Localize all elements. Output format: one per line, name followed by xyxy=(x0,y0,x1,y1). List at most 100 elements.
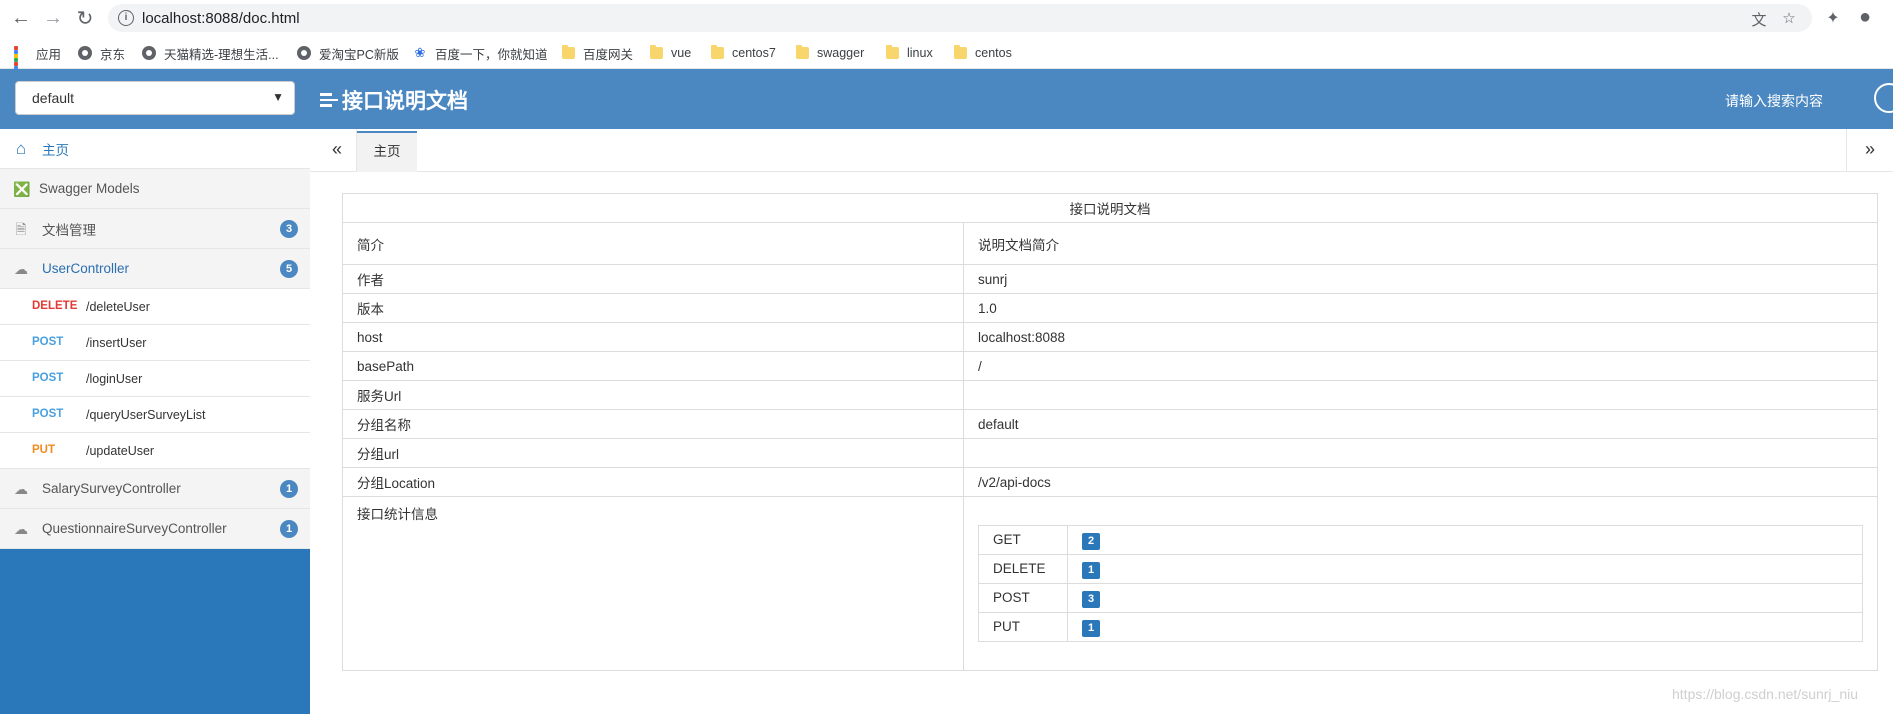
folder-icon xyxy=(650,45,663,59)
apps-grid-icon xyxy=(14,46,28,82)
sidebar-item-home[interactable]: ⌂ 主页 xyxy=(0,129,310,169)
folder-icon xyxy=(886,45,899,59)
group-select[interactable]: default ▼ xyxy=(15,81,295,115)
row-key: 接口统计信息 xyxy=(342,496,964,671)
folder-icon xyxy=(954,45,967,59)
profile-avatar-icon[interactable]: ● xyxy=(1855,6,1875,28)
menu-toggle-icon[interactable] xyxy=(320,93,338,107)
stats-row: GET 2 xyxy=(978,525,1863,555)
browser-toolbar: ← → ↻ i localhost:8088/doc.html 文 ☆ ✦ ● xyxy=(0,0,1893,36)
row-value: / xyxy=(963,351,1878,381)
stats-count-cell: 3 xyxy=(1067,583,1863,613)
row-value: localhost:8088 xyxy=(963,322,1878,352)
row-key: 分组名称 xyxy=(342,409,964,439)
sidebar-item-user-controller[interactable]: ☁ UserController 5 xyxy=(0,249,310,289)
bookmark-folder[interactable]: linux xyxy=(886,44,933,62)
search-icon[interactable] xyxy=(1874,83,1893,113)
bookmark-folder[interactable]: centos7 xyxy=(711,44,776,62)
bookmark-item[interactable]: 爱淘宝PC新版 xyxy=(297,44,399,62)
api-item-insert-user[interactable]: POST /insertUser xyxy=(0,325,310,361)
sidebar-item-label: SalarySurveyController xyxy=(42,481,181,496)
api-path: /queryUserSurveyList xyxy=(86,408,206,422)
url-text[interactable]: localhost:8088/doc.html xyxy=(142,10,300,27)
search-input[interactable]: 请输入搜索内容 xyxy=(1725,91,1823,111)
api-item-login-user[interactable]: POST /loginUser xyxy=(0,361,310,397)
reload-icon[interactable]: ↻ xyxy=(73,6,97,30)
sidebar-item-label: Swagger Models xyxy=(39,181,140,196)
bookmark-star-icon[interactable]: ☆ xyxy=(1780,9,1798,27)
cloud-icon: ☁ xyxy=(14,521,28,537)
count-badge: 1 xyxy=(280,520,298,538)
folder-icon xyxy=(711,45,724,59)
cloud-icon: ☁ xyxy=(14,261,28,277)
tabs-bar: « 主页 » xyxy=(310,129,1893,172)
count-badge: 3 xyxy=(1082,591,1100,608)
site-info-icon[interactable]: i xyxy=(118,10,134,26)
bookmark-label: 应用 xyxy=(36,47,62,62)
cube-icon: ❎ xyxy=(13,181,31,197)
folder-icon xyxy=(796,45,809,59)
row-value: /v2/api-docs xyxy=(963,467,1878,497)
count-badge: 5 xyxy=(280,260,298,278)
folder-icon xyxy=(562,45,575,59)
api-item-query-user-survey-list[interactable]: POST /queryUserSurveyList xyxy=(0,397,310,433)
row-key: 分组Location xyxy=(342,467,964,497)
sidebar-item-swagger-models[interactable]: ❎ Swagger Models xyxy=(0,169,310,209)
row-key: 版本 xyxy=(342,293,964,323)
row-key: host xyxy=(342,322,964,352)
sidebar-item-questionnaire-survey-controller[interactable]: ☁ QuestionnaireSurveyController 1 xyxy=(0,509,310,549)
bookmark-folder[interactable]: centos xyxy=(954,44,1012,62)
row-value: GET 2 DELETE 1 POST 3 PUT 1 xyxy=(963,496,1878,671)
stats-row: POST 3 xyxy=(978,583,1863,613)
bookmark-folder[interactable]: vue xyxy=(650,44,691,62)
row-key: 简介 xyxy=(342,222,964,265)
table-row: 服务Url xyxy=(342,380,1878,410)
stats-count-cell: 1 xyxy=(1067,612,1863,642)
bookmark-label: centos7 xyxy=(732,46,776,60)
group-select-value: default xyxy=(32,90,75,106)
translate-icon[interactable]: 文 xyxy=(1750,9,1768,29)
bookmark-label: centos xyxy=(975,46,1012,60)
baidu-paw-icon: ❀ xyxy=(414,45,426,60)
address-bar[interactable]: i localhost:8088/doc.html 文 ☆ xyxy=(108,4,1812,32)
bookmark-label: 京东 xyxy=(100,47,126,62)
row-value: default xyxy=(963,409,1878,439)
back-arrow-icon[interactable]: ← xyxy=(9,6,33,30)
double-chevron-right-icon[interactable]: » xyxy=(1855,139,1885,161)
row-key: 服务Url xyxy=(342,380,964,410)
bookmark-apps[interactable]: 应用 xyxy=(14,44,62,82)
stats-method: DELETE xyxy=(978,554,1068,584)
sidebar-item-docs[interactable]: 🗎 文档管理 3 xyxy=(0,209,310,249)
table-row: 分组名称 default xyxy=(342,409,1878,439)
sidebar-item-salary-survey-controller[interactable]: ☁ SalarySurveyController 1 xyxy=(0,469,310,509)
api-item-delete-user[interactable]: DELETE /deleteUser xyxy=(0,289,310,325)
bookmark-item[interactable]: 天猫精选-理想生活... xyxy=(142,44,279,62)
forward-arrow-icon[interactable]: → xyxy=(41,6,65,30)
count-badge: 2 xyxy=(1082,533,1100,550)
row-value xyxy=(963,438,1878,468)
bookmark-label: swagger xyxy=(817,46,865,60)
page-title-text: 接口说明文档 xyxy=(342,90,468,113)
bookmark-folder[interactable]: swagger xyxy=(796,44,864,62)
count-badge: 1 xyxy=(280,480,298,498)
table-row: 版本 1.0 xyxy=(342,293,1878,323)
http-method: DELETE xyxy=(32,300,78,312)
extensions-puzzle-icon[interactable]: ✦ xyxy=(1823,8,1843,28)
tab-home[interactable]: 主页 xyxy=(357,131,417,172)
bookmark-item[interactable]: ❀ 百度一下，你就知道 xyxy=(413,44,548,62)
app-header: default ▼ 接口说明文档 请输入搜索内容 xyxy=(0,69,1893,129)
count-badge: 1 xyxy=(1082,620,1100,637)
row-key: basePath xyxy=(342,351,964,381)
stats-method: POST xyxy=(978,583,1068,613)
double-chevron-left-icon[interactable]: « xyxy=(322,139,352,161)
api-item-update-user[interactable]: PUT /updateUser xyxy=(0,433,310,469)
home-icon: ⌂ xyxy=(15,139,27,158)
bookmark-item[interactable]: 京东 xyxy=(78,44,125,62)
page-title: 接口说明文档 xyxy=(320,85,468,115)
row-key: 作者 xyxy=(342,264,964,294)
count-badge: 3 xyxy=(280,220,298,238)
bookmark-label: 天猫精选-理想生活... xyxy=(164,47,279,62)
row-value: 说明文档简介 xyxy=(963,222,1878,265)
bookmark-folder[interactable]: 百度网关 xyxy=(562,44,633,62)
stats-method: GET xyxy=(978,525,1068,555)
